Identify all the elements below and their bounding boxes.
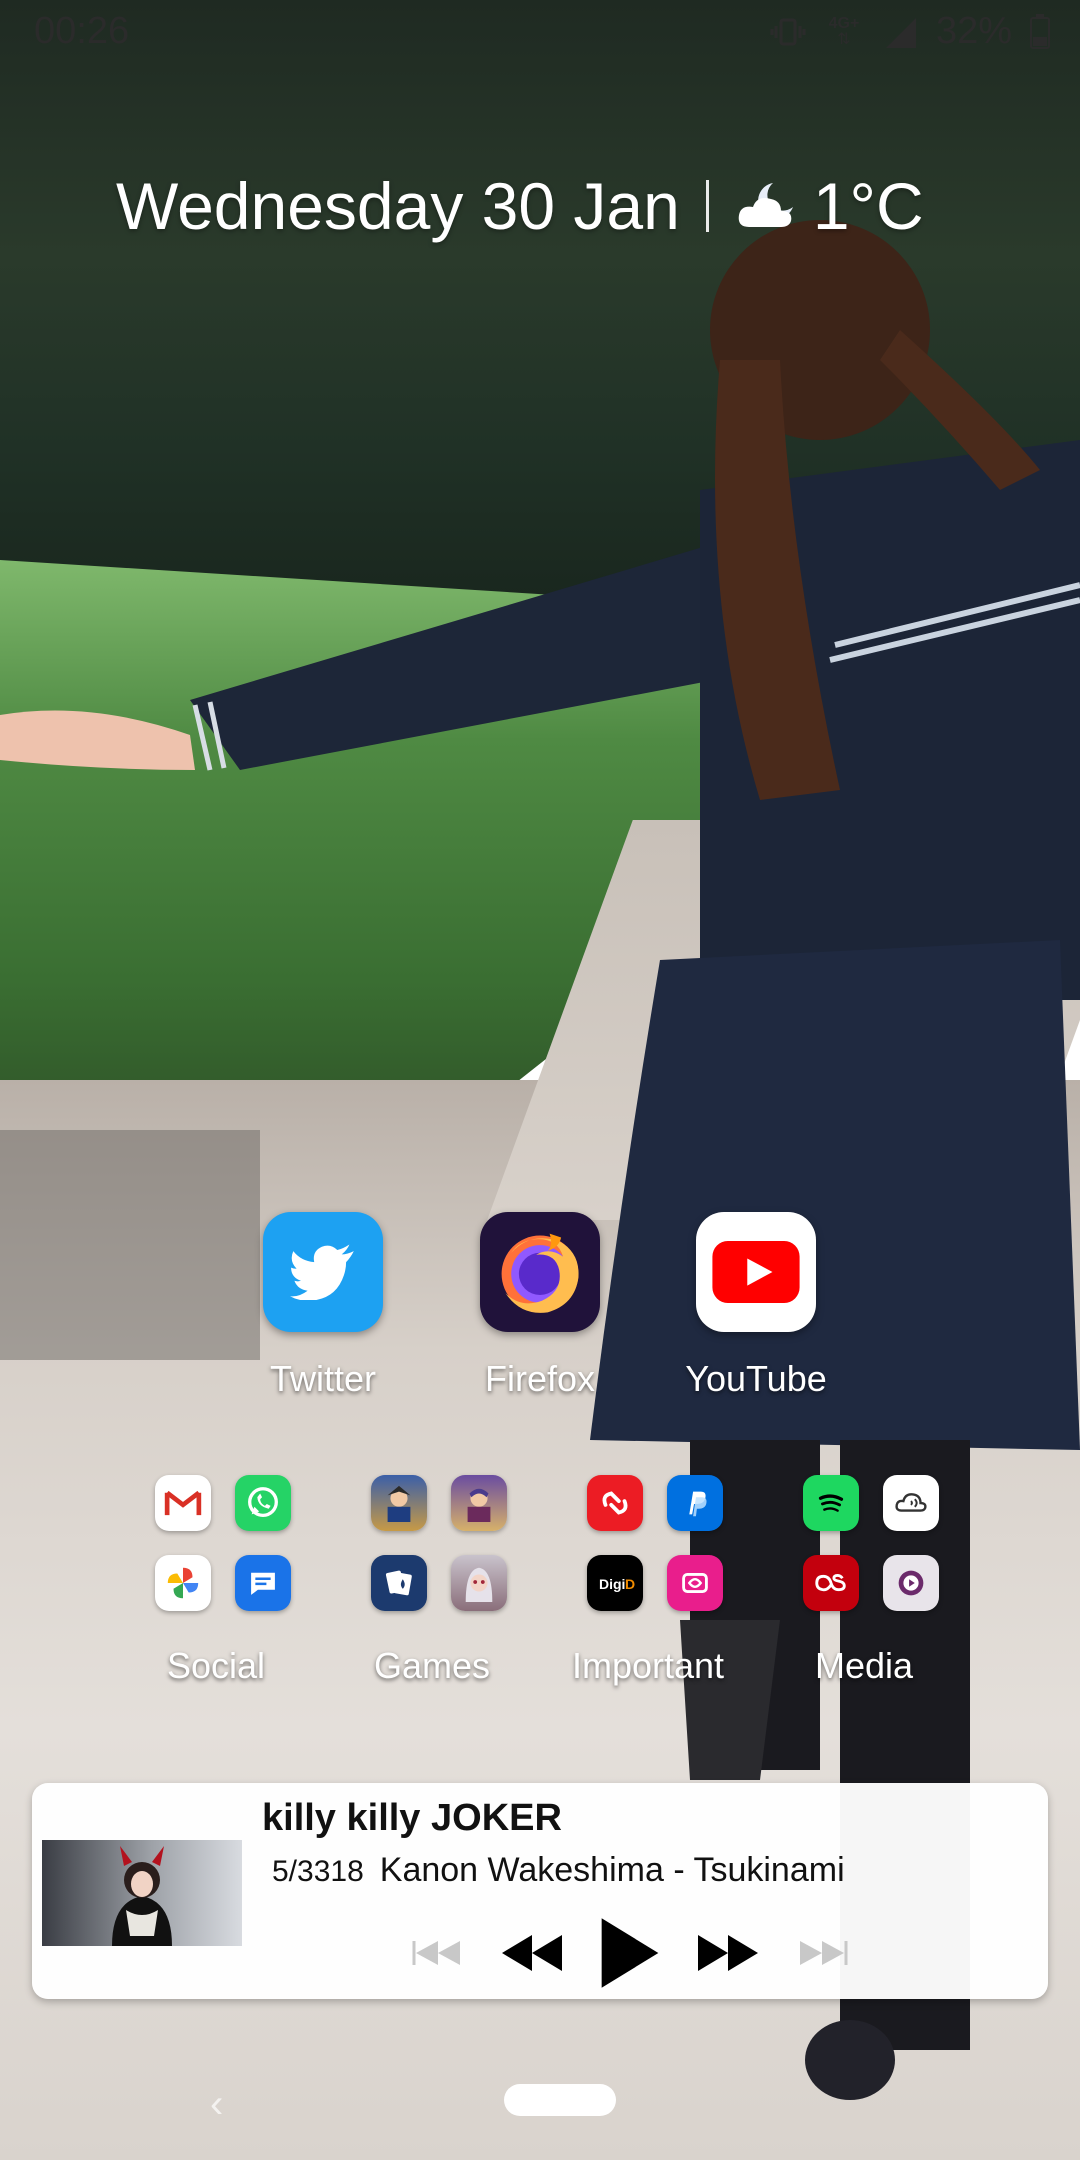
whatsapp-icon [235,1475,291,1531]
firefox-icon[interactable] [480,1212,600,1332]
ace-attorney-icon [371,1475,427,1531]
track-position: 5/3318 [272,1855,364,1888]
spotify-icon [803,1475,859,1531]
folder-label: Social [166,1645,266,1686]
folder-media[interactable]: Media [764,1475,964,1687]
album-art-image [112,1846,172,1946]
app-twitter[interactable]: Twitter [223,1212,423,1400]
track-artist: Kanon Wakeshima - Tsukinami [379,1851,845,1889]
folder-preview[interactable] [789,1475,939,1615]
cloud-audio-icon [883,1475,939,1531]
folder-label: Games [373,1645,491,1686]
home-button[interactable] [504,2084,616,2116]
signal-icon [885,17,916,48]
paypal-icon [667,1475,723,1531]
folder-preview[interactable] [357,1475,507,1615]
app-firefox[interactable]: Firefox [440,1212,640,1400]
network-label: 4G+ [828,14,860,32]
cloudy-night-icon [738,183,793,227]
back-button[interactable]: ‹ [210,2082,250,2126]
ace-attorney-2-icon [451,1475,507,1531]
gmail-icon [155,1475,211,1531]
authy-icon [587,1475,643,1531]
svg-text:Digi: Digi [599,1576,625,1592]
digid-icon: Digi D [587,1555,643,1611]
navigation-bar: ‹ [0,2060,1080,2160]
playback-controls [410,1913,910,1993]
podcast-icon [883,1555,939,1611]
album-art[interactable] [42,1840,242,1946]
status-bar: 00:26 4G+ ⇅ 32% [0,0,1080,66]
folder-social[interactable]: Social [116,1475,316,1687]
battery-percent: 32% [935,10,1012,52]
network-arrows-icon: ⇅ [837,30,851,48]
rewind-icon[interactable] [500,1933,564,1973]
youtube-icon[interactable] [696,1212,816,1332]
at-a-glance[interactable]: Wednesday 30 Jan 1°C [116,168,924,244]
anime-game-icon [451,1555,507,1611]
status-icons: 4G+ ⇅ 32% [770,10,1050,53]
twitter-icon[interactable] [263,1212,383,1332]
messages-icon [235,1555,291,1611]
glance-divider [705,180,709,232]
skip-next-icon[interactable] [794,1937,850,1969]
app-row: Twitter Firefox YouTube [0,1212,1080,1412]
network-icon: 4G+ ⇅ [824,14,864,48]
folder-preview[interactable] [141,1475,291,1615]
track-title: killy killy JOKER [262,1797,562,1839]
fast-forward-icon[interactable] [696,1933,760,1973]
wallet-icon [667,1555,723,1611]
skip-previous-icon[interactable] [410,1937,466,1969]
battery-icon [1030,13,1050,49]
music-widget[interactable]: killy killy JOKER 5/3318 Kanon Wakeshima… [32,1783,1048,1999]
google-photos-icon [155,1555,211,1611]
glance-date[interactable]: Wednesday 30 Jan [116,168,680,244]
svg-text:D: D [625,1576,635,1592]
track-info: 5/3318 Kanon Wakeshima - Tsukinami [272,1851,845,1890]
folder-games[interactable]: Games [332,1475,532,1687]
folder-preview[interactable]: Digi D [573,1475,723,1615]
status-time: 00:26 [34,10,130,52]
glance-temperature[interactable]: 1°C [813,168,924,244]
folder-label: Media [814,1645,914,1686]
vibrate-icon [770,18,806,45]
app-label: YouTube [685,1358,827,1399]
folder-important[interactable]: Digi D Important [548,1475,748,1687]
app-youtube[interactable]: YouTube [656,1212,856,1400]
folder-label: Important [571,1645,725,1686]
play-icon[interactable] [598,1916,662,1990]
solitaire-icon [371,1555,427,1611]
app-label: Firefox [484,1358,596,1399]
folder-row: Social Games Digi D Important Media [0,1475,1080,1695]
app-label: Twitter [269,1358,376,1399]
lastfm-icon [803,1555,859,1611]
